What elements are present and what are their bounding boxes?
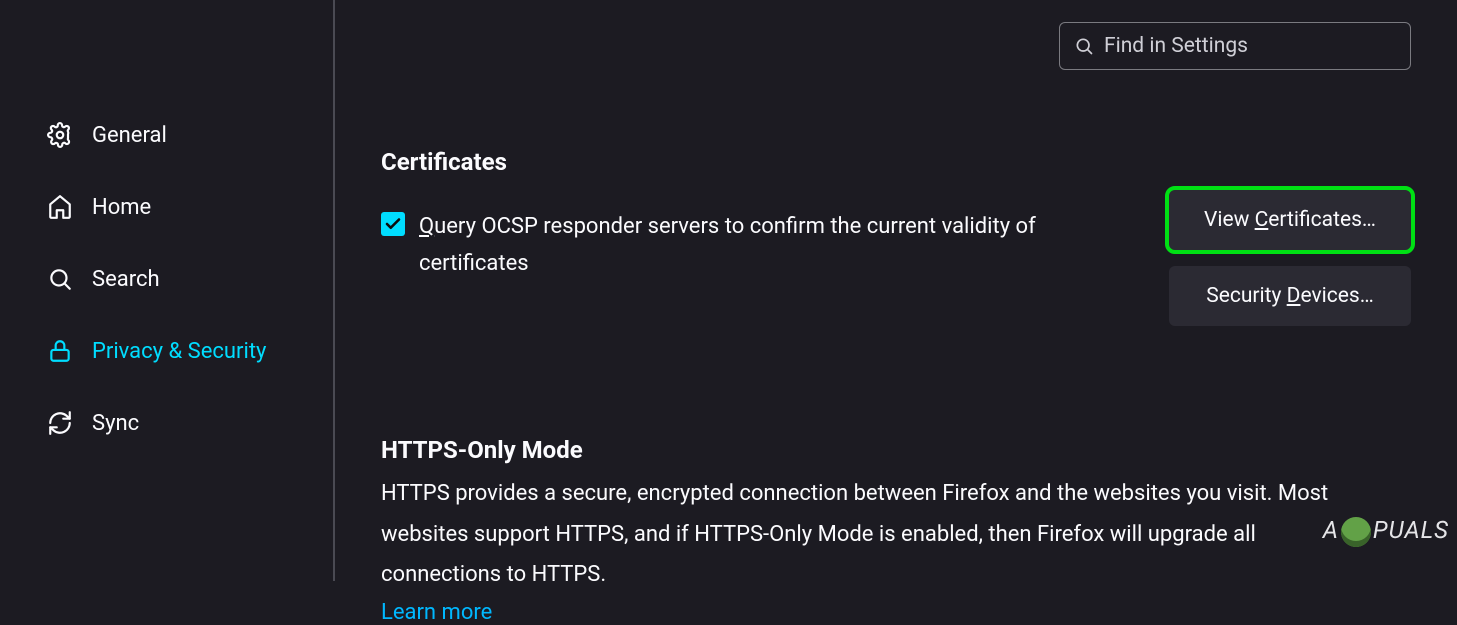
sidebar-item-privacy-security[interactable]: Privacy & Security (38, 324, 333, 378)
btn-accesskey: C (1255, 208, 1269, 232)
certificates-row: Query OCSP responder servers to confirm … (381, 208, 1411, 326)
security-devices-button[interactable]: Security Devices… (1169, 266, 1411, 326)
sidebar-item-label: Sync (92, 411, 139, 436)
search-box[interactable] (1059, 22, 1411, 70)
sidebar-item-search[interactable]: Search (38, 252, 333, 306)
sidebar-item-label: Search (92, 267, 160, 292)
gear-icon (46, 121, 74, 149)
ocsp-label[interactable]: Query OCSP responder servers to confirm … (419, 208, 1081, 283)
avatar-icon (1341, 517, 1371, 547)
certificates-buttons: View Certificates… Security Devices… (1169, 190, 1411, 326)
sidebar-item-label: Privacy & Security (92, 339, 266, 364)
sidebar-item-label: Home (92, 195, 151, 220)
https-only-heading: HTTPS-Only Mode (381, 436, 1411, 464)
view-certificates-button[interactable]: View Certificates… (1169, 190, 1411, 250)
sidebar-item-label: General (92, 123, 167, 148)
https-only-description: HTTPS provides a secure, encrypted conne… (381, 474, 1341, 596)
btn-text: View (1204, 208, 1255, 232)
home-icon (46, 193, 74, 221)
btn-text: Security (1206, 284, 1286, 308)
sync-icon (46, 409, 74, 437)
search-input[interactable] (1104, 34, 1396, 58)
sidebar-item-sync[interactable]: Sync (38, 396, 333, 450)
btn-accesskey: D (1287, 284, 1301, 308)
ocsp-checkbox[interactable] (381, 212, 405, 236)
sidebar: General Home Search Privacy & Security S… (0, 0, 335, 581)
lock-icon (46, 337, 74, 365)
btn-text: ertificates… (1268, 208, 1376, 232)
sidebar-item-home[interactable]: Home (38, 180, 333, 234)
btn-text: evices… (1300, 284, 1373, 308)
search-icon (46, 265, 74, 293)
sidebar-item-general[interactable]: General (38, 108, 333, 162)
search-icon (1074, 36, 1094, 56)
search-wrap (381, 22, 1411, 70)
learn-more-link[interactable]: Learn more (381, 600, 492, 625)
watermark-text: PUALS (1373, 516, 1449, 544)
check-icon (384, 215, 402, 233)
watermark: APUALS (1323, 516, 1449, 547)
main-content: Certificates Query OCSP responder server… (335, 0, 1457, 581)
ocsp-option: Query OCSP responder servers to confirm … (381, 208, 1081, 283)
certificates-heading: Certificates (381, 148, 1411, 176)
